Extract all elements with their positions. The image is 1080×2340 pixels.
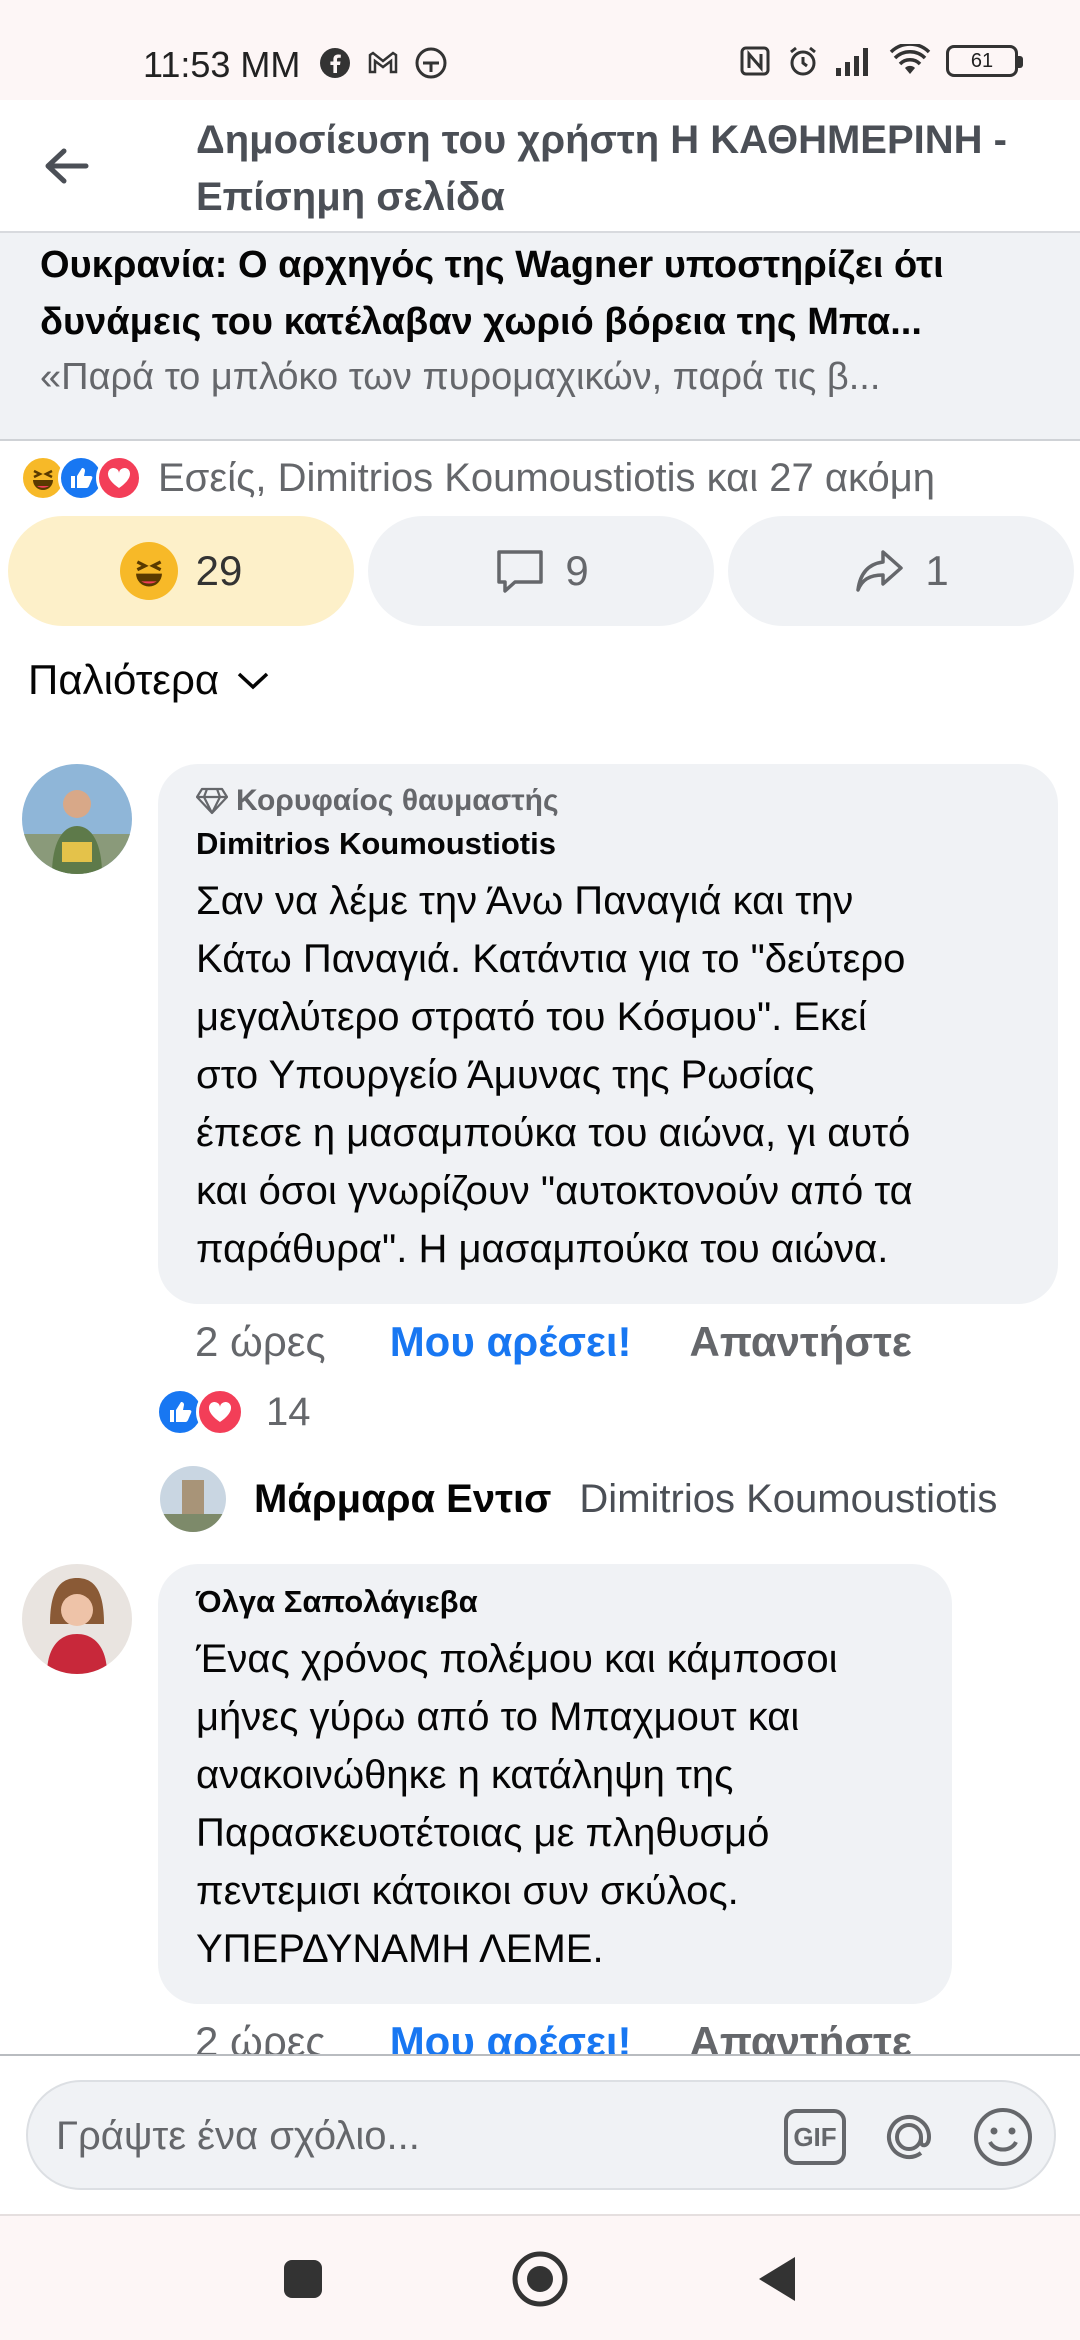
home-circle-icon bbox=[512, 2251, 568, 2307]
composer-box[interactable]: GIF bbox=[26, 2080, 1056, 2190]
diamond-icon bbox=[196, 787, 228, 815]
system-navigation-bar bbox=[0, 2214, 1080, 2340]
share-icon bbox=[856, 550, 904, 592]
nfc-icon bbox=[740, 46, 770, 76]
alarm-icon bbox=[790, 46, 816, 76]
status-time: 11:53 ΜΜ bbox=[143, 44, 301, 85]
comment-meta: 2 ώρες Μου αρέσει! Απαντήστε bbox=[195, 2018, 912, 2054]
emoji-button[interactable] bbox=[970, 2104, 1036, 2170]
comment-author[interactable]: Όλγα Σαπολάγιεβα bbox=[196, 1584, 912, 1620]
mention-button[interactable] bbox=[876, 2104, 942, 2170]
status-system-icons: 61 bbox=[738, 44, 1023, 78]
square-icon bbox=[284, 2260, 322, 2298]
facebook-icon bbox=[320, 48, 350, 78]
status-notification-icons bbox=[318, 46, 448, 80]
signal-icon bbox=[836, 48, 868, 76]
reaction-button[interactable]: 29 bbox=[8, 516, 354, 626]
share-button[interactable]: 1 bbox=[728, 516, 1074, 626]
love-icon bbox=[96, 455, 142, 501]
battery-icon: 61 bbox=[946, 45, 1023, 77]
comment-time: 2 ώρες bbox=[195, 2018, 326, 2054]
share-count: 1 bbox=[925, 547, 949, 594]
avatar bbox=[160, 1466, 226, 1532]
comment-reaction-count: 14 bbox=[266, 1389, 311, 1434]
battery-level: 61 bbox=[970, 49, 994, 72]
status-bar: 11:53 ΜΜ 61 bbox=[0, 0, 1080, 100]
chevron-down-icon bbox=[238, 672, 269, 690]
reaction-count: 29 bbox=[195, 547, 243, 594]
love-icon bbox=[196, 1388, 244, 1436]
reaction-icons bbox=[20, 455, 142, 501]
comment-text: Σαν να λέμε την Άνω Παναγιά και την Κάτω… bbox=[196, 879, 913, 1271]
post-header: Δημοσίευση του χρήστη Η ΚΑΘΗΜΕΡΙΝΗ - Επί… bbox=[0, 100, 1080, 233]
back-arrow-icon bbox=[45, 148, 89, 184]
comment-button[interactable]: 9 bbox=[368, 516, 714, 626]
reactions-summary[interactable]: Εσείς, Dimitrios Koumoustiotis και 27 ακ… bbox=[20, 448, 1070, 508]
comment-reply-button[interactable]: Απαντήστε bbox=[690, 1318, 912, 1366]
home-button[interactable] bbox=[507, 2246, 573, 2312]
comment-bubble[interactable]: Κορυφαίος θαυμαστής Dimitrios Koumoustio… bbox=[158, 764, 1058, 1304]
page-title: Δημοσίευση του χρήστη Η ΚΑΘΗΜΕΡΙΝΗ - Επί… bbox=[196, 118, 1007, 219]
top-fan-badge: Κορυφαίος θαυμαστής bbox=[196, 784, 1018, 818]
at-icon bbox=[887, 2115, 932, 2159]
comment-icon bbox=[497, 550, 544, 593]
comment-reply-button[interactable]: Απαντήστε bbox=[690, 2018, 912, 2054]
comment-sort-dropdown[interactable]: Παλιότερα bbox=[28, 656, 273, 704]
gmail-icon bbox=[368, 51, 398, 74]
haha-icon bbox=[119, 542, 178, 600]
comment-text: Ένας χρόνος πολέμου και κάμποσοι μήνες γ… bbox=[196, 1637, 838, 1971]
comment-bubble[interactable]: Όλγα Σαπολάγιεβα Ένας χρόνος πολέμου και… bbox=[158, 1564, 952, 2004]
comment-input[interactable] bbox=[56, 2102, 756, 2170]
wifi-icon bbox=[889, 44, 931, 74]
comment-count: 9 bbox=[565, 547, 589, 594]
avatar[interactable] bbox=[22, 1564, 132, 1674]
reply-text: Dimitrios Koumoustiotis bbox=[579, 1476, 998, 1521]
article-title: Ουκρανία: Ο αρχηγός της Wagner υποστηρίζ… bbox=[40, 244, 944, 343]
triangle-back-icon bbox=[759, 2257, 795, 2301]
recents-button[interactable] bbox=[270, 2246, 336, 2312]
comment-like-button[interactable]: Μου αρέσει! bbox=[390, 1318, 632, 1366]
comment-time: 2 ώρες bbox=[195, 1318, 326, 1365]
gif-button[interactable]: GIF bbox=[782, 2104, 848, 2170]
post-actions: 29 9 1 bbox=[8, 516, 1074, 626]
comment-reactions[interactable]: 14 bbox=[156, 1388, 311, 1436]
comment-author[interactable]: Dimitrios Koumoustiotis bbox=[196, 826, 1018, 862]
gif-icon: GIF bbox=[784, 2109, 846, 2165]
article-preview[interactable]: Ουκρανία: Ο αρχηγός της Wagner υποστηρίζ… bbox=[0, 233, 1080, 441]
reply-author: Μάρμαρα Εντισ bbox=[254, 1476, 552, 1521]
badge-label: Κορυφαίος θαυμαστής bbox=[236, 784, 559, 817]
comment-like-button[interactable]: Μου αρέσει! bbox=[390, 2018, 632, 2054]
location-icon bbox=[415, 47, 447, 79]
comment-meta: 2 ώρες Μου αρέσει! Απαντήστε bbox=[195, 1318, 912, 1366]
reply-preview[interactable]: Μάρμαρα Εντισ Dimitrios Koumoustiotis bbox=[160, 1466, 1019, 1532]
sort-label: Παλιότερα bbox=[28, 656, 220, 703]
back-nav-button[interactable] bbox=[744, 2246, 810, 2312]
smiley-icon bbox=[974, 2108, 1032, 2166]
article-snippet: «Παρά το μπλόκο των πυρομαχικών, παρά τι… bbox=[40, 356, 881, 398]
back-button[interactable] bbox=[36, 136, 96, 196]
avatar[interactable] bbox=[22, 764, 132, 874]
comment-composer: GIF bbox=[0, 2054, 1080, 2214]
reactions-summary-text: Εσείς, Dimitrios Koumoustiotis και 27 ακ… bbox=[158, 455, 936, 500]
